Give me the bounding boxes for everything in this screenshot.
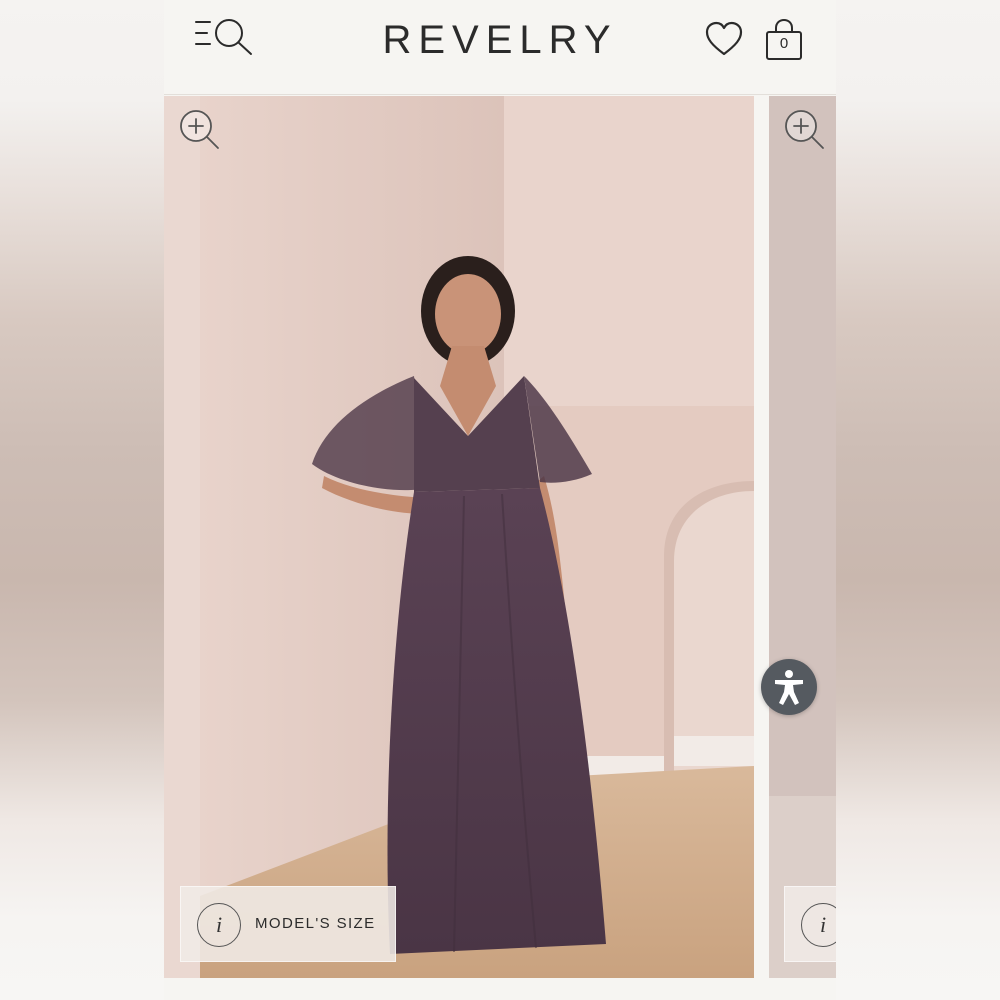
- product-photo: [164, 96, 754, 978]
- site-header: REVELRY 0: [164, 0, 836, 95]
- accessibility-button[interactable]: [761, 659, 817, 715]
- product-image-next[interactable]: i: [769, 96, 836, 978]
- phone-screen: REVELRY 0 i MODEL'S SIZE i: [164, 0, 836, 1000]
- zoom-in-icon: [180, 110, 219, 149]
- cart-button[interactable]: 0: [764, 18, 804, 62]
- info-icon: i: [197, 903, 241, 947]
- background-blur-right: [836, 0, 1000, 1000]
- cart-count: 0: [779, 35, 789, 52]
- info-icon: i: [801, 903, 836, 947]
- product-image-main[interactable]: i MODEL'S SIZE: [164, 96, 754, 978]
- model-size-button[interactable]: i MODEL'S SIZE: [180, 886, 396, 962]
- model-size-label: MODEL'S SIZE: [255, 915, 376, 932]
- heart-icon: [705, 21, 743, 56]
- next-product-photo: [769, 96, 836, 978]
- wishlist-button[interactable]: [704, 20, 744, 58]
- zoom-in-icon: [785, 110, 824, 149]
- zoom-button-next[interactable]: [783, 108, 825, 150]
- model-size-button-next[interactable]: i: [784, 886, 836, 962]
- accessibility-icon: [775, 670, 803, 705]
- product-gallery[interactable]: i MODEL'S SIZE i: [164, 96, 836, 978]
- bottom-spacer: [164, 978, 836, 1000]
- background-blur-left: [0, 0, 164, 1000]
- zoom-button[interactable]: [178, 108, 220, 150]
